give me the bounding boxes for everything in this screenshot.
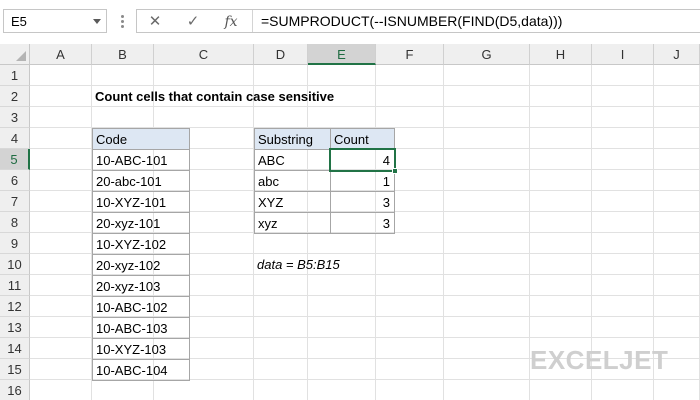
x-icon[interactable]: ✕ xyxy=(141,12,169,32)
fill-handle[interactable] xyxy=(392,168,398,174)
active-cell-outline[interactable] xyxy=(329,148,396,172)
substring-header[interactable]: Substring xyxy=(254,128,331,150)
row-header-15[interactable]: 15 xyxy=(0,359,30,380)
substring-cell[interactable]: xyz xyxy=(254,212,331,234)
chevron-down-icon[interactable] xyxy=(93,19,101,24)
code-cell[interactable]: 10-ABC-104 xyxy=(92,359,190,381)
row-header-7[interactable]: 7 xyxy=(0,191,30,212)
row-header-13[interactable]: 13 xyxy=(0,317,30,338)
drag-handle-icon[interactable] xyxy=(116,11,130,31)
count-cell[interactable]: 3 xyxy=(330,212,395,234)
column-header-f[interactable]: F xyxy=(376,44,444,65)
code-cell[interactable]: 20-xyz-103 xyxy=(92,275,190,297)
column-header-a[interactable]: A xyxy=(30,44,92,65)
row-header-11[interactable]: 11 xyxy=(0,275,30,296)
column-header-i[interactable]: I xyxy=(592,44,654,65)
column-header-j[interactable]: J xyxy=(654,44,700,65)
formula-box: ✕ ✓ fx =SUMPRODUCT(--ISNUMBER(FIND(D5,da… xyxy=(136,9,700,33)
substring-cell[interactable]: XYZ xyxy=(254,191,331,213)
code-cell[interactable]: 10-XYZ-102 xyxy=(92,233,190,255)
formula-input[interactable]: =SUMPRODUCT(--ISNUMBER(FIND(D5,data))) xyxy=(261,13,562,29)
row-header-9[interactable]: 9 xyxy=(0,233,30,254)
row-header-12[interactable]: 12 xyxy=(0,296,30,317)
row-header-1[interactable]: 1 xyxy=(0,65,30,86)
column-header-d[interactable]: D xyxy=(254,44,308,65)
substring-cell[interactable]: ABC xyxy=(254,149,331,171)
select-all-corner[interactable] xyxy=(0,44,30,65)
column-header-c[interactable]: C xyxy=(154,44,254,65)
formula-bar: E5 ✕ ✓ fx =SUMPRODUCT(--ISNUMBER(FIND(D5… xyxy=(0,0,700,44)
named-range-note[interactable]: data = B5:B15 xyxy=(254,254,404,275)
row-header-4[interactable]: 4 xyxy=(0,128,30,149)
code-header[interactable]: Code xyxy=(92,128,190,150)
code-cell[interactable]: 10-ABC-103 xyxy=(92,317,190,339)
logo-text: EXCELJET xyxy=(530,345,669,375)
code-cell[interactable]: 10-XYZ-103 xyxy=(92,338,190,360)
row-header-8[interactable]: 8 xyxy=(0,212,30,233)
row-header-5[interactable]: 5 xyxy=(0,149,30,170)
row-header-14[interactable]: 14 xyxy=(0,338,30,359)
name-box[interactable]: E5 xyxy=(3,9,107,33)
row-header-16[interactable]: 16 xyxy=(0,380,30,400)
exceljet-logo: EXCELJET xyxy=(530,345,685,377)
code-cell[interactable]: 20-xyz-102 xyxy=(92,254,190,276)
row-header-6[interactable]: 6 xyxy=(0,170,30,191)
count-cell[interactable]: 3 xyxy=(330,191,395,213)
sheet-title[interactable]: Count cells that contain case sensitive xyxy=(92,86,412,107)
row-header-10[interactable]: 10 xyxy=(0,254,30,275)
code-cell[interactable]: 20-abc-101 xyxy=(92,170,190,192)
code-cell[interactable]: 20-xyz-101 xyxy=(92,212,190,234)
select-all-icon xyxy=(16,51,26,61)
check-icon[interactable]: ✓ xyxy=(179,12,207,32)
column-header-g[interactable]: G xyxy=(444,44,530,65)
column-header-b[interactable]: B xyxy=(92,44,154,65)
column-header-e[interactable]: E xyxy=(308,44,376,65)
substring-cell[interactable]: abc xyxy=(254,170,331,192)
formula-divider xyxy=(252,10,253,32)
count-cell[interactable]: 1 xyxy=(330,170,395,192)
row-header-3[interactable]: 3 xyxy=(0,107,30,128)
row-header-2[interactable]: 2 xyxy=(0,86,30,107)
count-header[interactable]: Count xyxy=(330,128,395,150)
code-cell[interactable]: 10-XYZ-101 xyxy=(92,191,190,213)
column-header-h[interactable]: H xyxy=(530,44,592,65)
fx-icon[interactable]: fx xyxy=(217,12,245,32)
name-box-value: E5 xyxy=(11,14,27,29)
code-cell[interactable]: 10-ABC-101 xyxy=(92,149,190,171)
code-cell[interactable]: 10-ABC-102 xyxy=(92,296,190,318)
